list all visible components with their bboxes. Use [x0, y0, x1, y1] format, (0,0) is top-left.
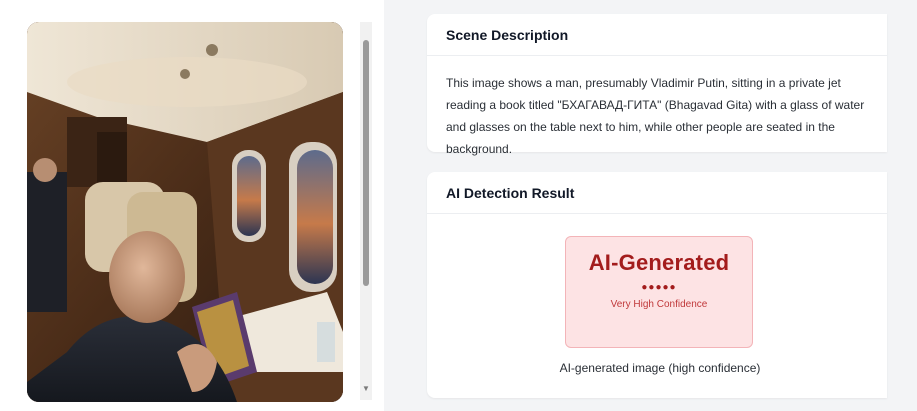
page: ▼ Scene Description This image shows a m…	[0, 0, 917, 411]
ai-result-label: AI-Generated	[588, 250, 730, 275]
results-panel: Scene Description This image shows a man…	[384, 0, 917, 411]
scene-description-title: Scene Description	[446, 26, 569, 43]
scene-description-card: Scene Description This image shows a man…	[427, 14, 887, 156]
ai-detection-card: AI Detection Result AI-Generated ●●●●● V…	[427, 172, 887, 398]
card-header: AI Detection Result	[427, 172, 887, 214]
scene-description-text: This image shows a man, presumably Vladi…	[446, 76, 865, 156]
confidence-label: Very High Confidence	[610, 299, 708, 310]
ai-result-caption: AI-generated image (high confidence)	[559, 361, 761, 375]
ai-detection-title: AI Detection Result	[446, 184, 575, 201]
chevron-down-icon[interactable]: ▼	[360, 384, 372, 394]
scrollbar-thumb[interactable]	[363, 40, 369, 286]
image-preview-panel: ▼	[0, 0, 384, 411]
uploaded-image	[27, 22, 343, 402]
confidence-dots: ●●●●●	[641, 282, 677, 293]
card-header: Scene Description	[427, 14, 887, 56]
ai-result-badge: AI-Generated ●●●●● Very High Confidence	[565, 236, 753, 348]
